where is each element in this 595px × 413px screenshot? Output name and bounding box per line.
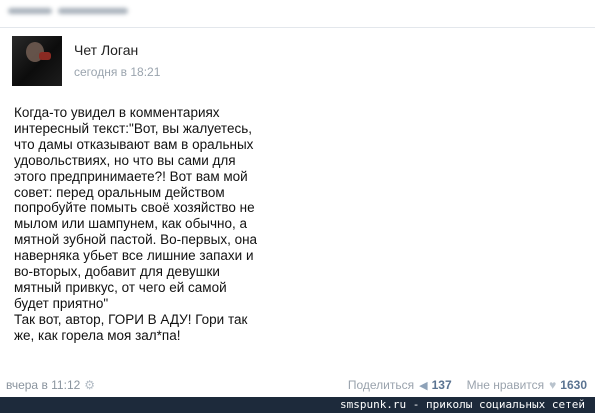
like-button[interactable]: Мне нравится xyxy=(467,378,545,392)
heart-icon[interactable]: ♥ xyxy=(549,378,556,392)
share-button[interactable]: Поделиться xyxy=(348,378,414,392)
like-count[interactable]: 1630 xyxy=(560,378,587,392)
post-text: Когда-то увидел в комментариях интересны… xyxy=(14,105,258,343)
avatar-hand xyxy=(39,52,51,60)
megaphone-icon[interactable]: ◀ xyxy=(419,379,427,392)
footer-left: вчера в 11:12 ⚙ xyxy=(6,378,95,392)
avatar[interactable] xyxy=(12,36,62,86)
footer-time[interactable]: вчера в 11:12 xyxy=(6,378,80,392)
gear-icon[interactable]: ⚙ xyxy=(84,378,95,392)
post-card: Чет Логан сегодня в 18:21 Когда-то увиде… xyxy=(0,28,595,398)
footer-right: Поделиться ◀ 137 Мне нравится ♥ 1630 xyxy=(348,378,587,392)
post-time[interactable]: сегодня в 18:21 xyxy=(74,65,160,79)
blurred-header xyxy=(8,4,134,18)
share-count[interactable]: 137 xyxy=(432,378,452,392)
watermark: smspunk.ru - приколы социальных сетей xyxy=(0,397,595,413)
author-name[interactable]: Чет Логан xyxy=(74,42,138,58)
